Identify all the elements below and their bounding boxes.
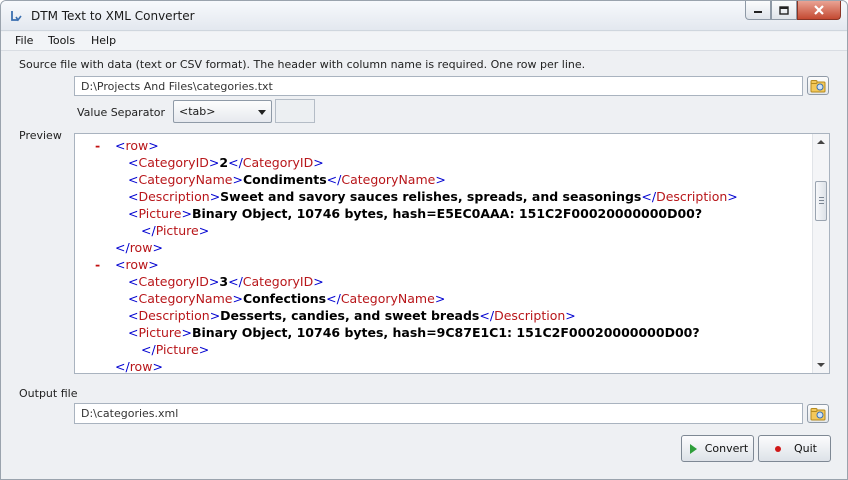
xml-line: <CategoryName>Confections</CategoryName> <box>128 291 446 306</box>
xml-line: <Picture>Binary Object, 10746 bytes, has… <box>128 206 703 221</box>
menu-tools[interactable]: Tools <box>48 34 75 47</box>
quit-button[interactable]: Quit <box>758 435 831 462</box>
xml-close-tag: row <box>129 359 153 374</box>
xml-value: Binary Object, 10746 bytes, hash=E5EC0AA… <box>191 206 703 221</box>
window-title: DTM Text to XML Converter <box>31 9 195 23</box>
custom-separator-field[interactable] <box>275 99 315 123</box>
xml-line: <CategoryName>Condiments</CategoryName> <box>128 172 446 187</box>
maximize-button[interactable] <box>771 1 797 20</box>
xml-line: <Picture>Binary Object, 10746 bytes, has… <box>128 325 700 340</box>
xml-preview-pane[interactable]: - <row> <CategoryID>2</CategoryID> <Categor… <box>74 133 830 374</box>
xml-line: </Picture> <box>141 342 210 357</box>
minimize-icon <box>754 11 762 13</box>
chevron-down-icon <box>258 110 266 115</box>
window-controls <box>745 1 841 21</box>
main-window: DTM Text to XML Converter File Tools Hel… <box>0 0 848 480</box>
quit-label: Quit <box>794 442 817 455</box>
xml-line: <Description>Sweet and savory sauces rel… <box>128 189 738 204</box>
value-separator-select[interactable]: <tab> <box>173 100 272 123</box>
output-file-input[interactable]: D:\categories.xml <box>74 403 803 424</box>
scroll-up-icon[interactable] <box>817 140 825 144</box>
play-icon <box>689 443 697 454</box>
stop-dot-icon <box>775 445 781 452</box>
folder-browse-icon <box>810 407 826 420</box>
output-file-label: Output file <box>19 387 78 400</box>
xml-line: <Description>Desserts, candies, and swee… <box>128 308 576 323</box>
preview-scrollbar[interactable] <box>812 134 829 373</box>
xml-close-tag: Picture <box>155 342 199 357</box>
source-file-input[interactable]: D:\Projects And Files\categories.txt <box>74 76 803 96</box>
convert-label: Convert <box>704 442 749 455</box>
xml-close-tag: row <box>129 240 153 255</box>
xml-close-tag: CategoryName <box>341 172 436 187</box>
xml-open-tag: Description <box>138 308 210 323</box>
xml-open-tag: Picture <box>138 206 182 221</box>
xml-open-tag: CategoryID <box>138 155 209 170</box>
menu-file[interactable]: File <box>15 34 33 47</box>
xml-value: 3 <box>219 274 229 289</box>
scroll-down-icon[interactable] <box>817 363 825 367</box>
xml-open-tag: row <box>125 257 149 272</box>
folder-browse-icon <box>810 79 826 92</box>
value-separator-label: Value Separator <box>77 106 166 119</box>
collapse-toggle[interactable]: - <box>95 256 100 273</box>
xml-line: - <row> <box>95 257 159 272</box>
maximize-icon <box>779 5 789 15</box>
title-bar[interactable]: DTM Text to XML Converter <box>1 1 847 31</box>
minimize-button[interactable] <box>745 1 771 20</box>
collapse-toggle[interactable]: - <box>95 137 100 154</box>
scroll-thumb[interactable] <box>815 181 827 221</box>
xml-value: 2 <box>219 155 229 170</box>
close-button[interactable] <box>797 1 841 20</box>
xml-close-tag: Description <box>494 308 566 323</box>
xml-value: Condiments <box>242 172 327 187</box>
source-file-label: Source file with data (text or CSV forma… <box>19 58 586 71</box>
xml-value: Binary Object, 10746 bytes, hash=9C87E1C… <box>191 325 700 340</box>
xml-close-tag: Description <box>656 189 728 204</box>
xml-line: <CategoryID>3</CategoryID> <box>128 274 324 289</box>
xml-close-tag: CategoryID <box>242 274 314 289</box>
preview-label: Preview <box>19 129 62 142</box>
xml-open-tag: CategoryName <box>138 172 233 187</box>
xml-close-tag: CategoryID <box>242 155 314 170</box>
value-separator-selected: <tab> <box>179 105 216 118</box>
convert-button[interactable]: Convert <box>681 435 754 462</box>
xml-value: Confections <box>242 291 327 306</box>
xml-line: <CategoryID>2</CategoryID> <box>128 155 324 170</box>
source-browse-button[interactable] <box>807 76 829 95</box>
app-converter-icon <box>11 11 22 22</box>
menu-help[interactable]: Help <box>91 34 116 47</box>
xml-line: </row> <box>115 359 163 374</box>
xml-open-tag: Description <box>138 189 210 204</box>
menu-bar: File Tools Help <box>1 32 847 51</box>
xml-value: Sweet and savory sauces relishes, spread… <box>220 189 642 204</box>
xml-value: Desserts, candies, and sweet breads <box>220 308 480 323</box>
close-icon <box>814 5 824 15</box>
xml-close-tag: Picture <box>155 223 199 238</box>
xml-line: - <row> <box>95 138 159 153</box>
xml-open-tag: row <box>125 138 149 153</box>
output-browse-button[interactable] <box>807 404 829 423</box>
xml-close-tag: CategoryName <box>340 291 435 306</box>
xml-open-tag: CategoryName <box>138 291 233 306</box>
xml-open-tag: CategoryID <box>138 274 209 289</box>
xml-line: </Picture> <box>141 223 210 238</box>
xml-open-tag: Picture <box>138 325 182 340</box>
xml-line: </row> <box>115 240 163 255</box>
